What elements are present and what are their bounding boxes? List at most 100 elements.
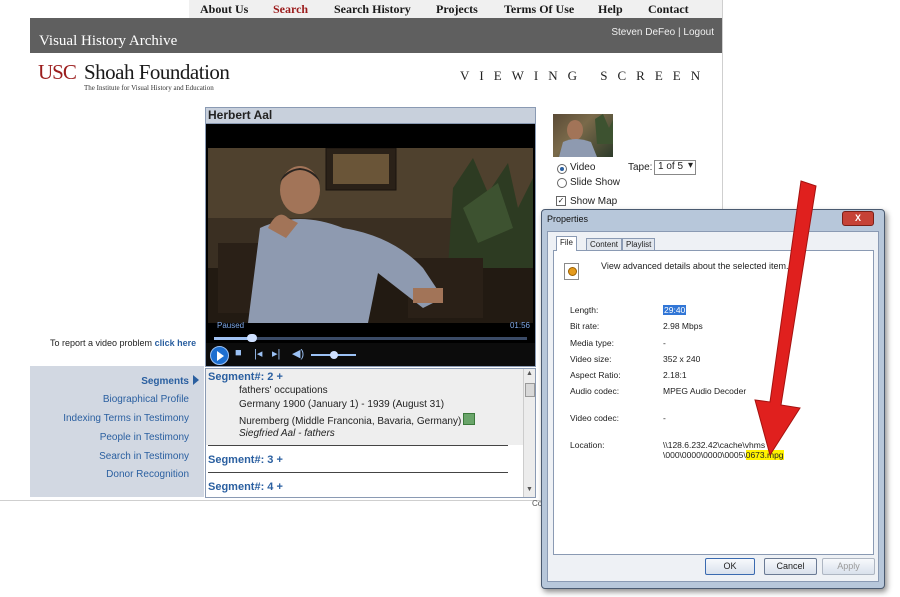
logo-subtitle: The Institute for Visual History and Edu…	[84, 84, 214, 92]
logout-link[interactable]: Logout	[683, 27, 714, 38]
interviewee-name: Herbert Aal	[208, 108, 273, 122]
site-title: Visual History Archive	[39, 33, 178, 49]
scroll-up-icon[interactable]: ▲	[526, 370, 533, 377]
video-player: Herbert Aal Paused 01:56 ■ |◂ ▸| ◀)	[205, 107, 536, 367]
slideshow-radio-label: Slide Show	[570, 177, 621, 188]
prop-location-line2: \000\0000\0000\0005\0673.mpg	[663, 450, 784, 460]
prop-location-line1: \\128.6.232.42\cache\vhms	[663, 440, 766, 450]
prop-media-type-label: Media type:	[570, 338, 614, 348]
dialog-title: Properties	[547, 214, 589, 224]
close-button[interactable]: X	[842, 211, 874, 226]
triangle-right-icon	[193, 375, 199, 385]
video-image	[208, 148, 533, 323]
map-icon[interactable]	[463, 413, 476, 425]
previous-icon[interactable]: |◂	[254, 347, 262, 360]
segments-scrollbar[interactable]: ▲ ▼	[523, 369, 535, 497]
sidebar-item-segments[interactable]: Segments	[141, 375, 199, 387]
header-bar: Visual History Archive Steven DeFeo | Lo…	[30, 18, 722, 53]
thumbnail-image	[559, 114, 613, 157]
show-map-checkbox[interactable]: ✓	[556, 196, 566, 206]
prop-aspect-ratio-label: Aspect Ratio:	[570, 370, 621, 380]
tape-select[interactable]: 1 of 5	[654, 160, 696, 175]
report-text: To report a video problem	[50, 338, 153, 348]
nav-terms-of-use[interactable]: Terms Of Use	[504, 2, 574, 17]
segment-3-header[interactable]: Segment#: 3 +	[208, 454, 283, 466]
report-click-here-link[interactable]: click here	[155, 338, 197, 348]
seek-bar[interactable]	[214, 334, 527, 342]
nav-contact[interactable]: Contact	[648, 2, 689, 17]
prop-media-type-value: -	[663, 338, 666, 348]
prop-video-size-label: Video size:	[570, 354, 612, 364]
seek-progress	[214, 337, 252, 340]
stop-icon[interactable]: ■	[235, 347, 242, 359]
volume-icon[interactable]: ◀)	[292, 347, 304, 360]
sidebar-item-search[interactable]: Search in Testimony	[99, 451, 189, 462]
prop-aspect-ratio-value: 2.18:1	[663, 370, 687, 380]
nav-projects[interactable]: Projects	[436, 2, 478, 17]
page: About Us Search Search History Projects …	[0, 0, 900, 597]
segment-divider	[208, 472, 508, 473]
scroll-thumb[interactable]	[525, 383, 535, 397]
page-heading: VIEWING SCREEN	[460, 68, 711, 83]
user-area: Steven DeFeo | Logout	[611, 27, 714, 38]
nav-about-us[interactable]: About Us	[200, 2, 248, 17]
prop-length-label: Length:	[570, 305, 599, 315]
segment-4-header[interactable]: Segment#: 4 +	[208, 481, 283, 493]
file-tab-page: View advanced details about the selected…	[553, 250, 874, 555]
prop-length-value[interactable]: 29:40	[663, 305, 687, 315]
video-frame[interactable]	[208, 148, 533, 323]
top-navigation: About Us Search Search History Projects …	[189, 0, 722, 19]
volume-thumb[interactable]	[329, 351, 338, 359]
nav-help[interactable]: Help	[598, 2, 623, 17]
video-radio[interactable]	[557, 164, 567, 174]
segment-term: Germany 1900 (January 1) - 1939 (August …	[239, 399, 445, 410]
cancel-button[interactable]: Cancel	[764, 558, 817, 575]
prop-audio-codec-label: Audio codec:	[570, 386, 620, 396]
report-problem: To report a video problem click here	[50, 338, 196, 348]
player-controls: ■ |◂ ▸| ◀)	[206, 343, 535, 366]
show-map-label: Show Map	[570, 196, 618, 207]
sidebar-item-donor-recognition[interactable]: Donor Recognition	[106, 469, 189, 480]
player-title-bar: Herbert Aal	[206, 108, 535, 124]
prop-video-codec-value: -	[663, 413, 666, 423]
playback-status: Paused	[217, 321, 245, 330]
prop-audio-codec-value: MPEG Audio Decoder	[663, 386, 747, 396]
prop-video-codec-label: Video codec:	[570, 413, 619, 423]
dialog-body: File Content Playlist View advanced deta…	[547, 231, 879, 582]
testimony-sidebar: Segments Biographical Profile Indexing T…	[30, 366, 204, 497]
segment-term-with-map: Nuremberg (Middle Franconia, Bavaria, Ge…	[239, 413, 476, 427]
nav-search[interactable]: Search	[273, 2, 308, 17]
video-thumbnail[interactable]	[553, 114, 613, 157]
tape-label: Tape:	[628, 162, 653, 173]
location-filename: 0673.mpg	[745, 450, 784, 460]
sidebar-item-people[interactable]: People in Testimony	[100, 432, 189, 443]
seek-thumb[interactable]	[246, 334, 257, 342]
ok-button[interactable]: OK	[705, 558, 755, 575]
volume-slider[interactable]	[311, 351, 356, 359]
tab-file[interactable]: File	[556, 236, 577, 251]
sidebar-item-label: Segments	[141, 376, 189, 387]
sidebar-item-biographical-profile[interactable]: Biographical Profile	[103, 394, 189, 405]
logo-shoah-foundation: Shoah Foundation	[84, 60, 230, 84]
prop-video-size-value: 352 x 240	[663, 354, 701, 364]
nav-search-history[interactable]: Search History	[334, 2, 411, 17]
segments-panel: Segment#: 2 + fathers' occupations Germa…	[205, 368, 536, 498]
sidebar-item-indexing-terms[interactable]: Indexing Terms in Testimony	[63, 413, 189, 424]
prop-bitrate-value: 2.98 Mbps	[663, 321, 703, 331]
dialog-description: View advanced details about the selected…	[601, 261, 789, 271]
prop-bitrate-label: Bit rate:	[570, 321, 600, 331]
segment-term: fathers' occupations	[239, 385, 328, 396]
segment-person: Siegfried Aal - fathers	[239, 428, 335, 439]
prop-location-label: Location:	[570, 440, 605, 450]
apply-button[interactable]: Apply	[822, 558, 875, 575]
play-button[interactable]	[210, 346, 229, 365]
media-file-icon	[564, 263, 579, 280]
next-icon[interactable]: ▸|	[272, 347, 280, 360]
slideshow-radio[interactable]	[557, 178, 567, 188]
playback-time: 01:56	[509, 321, 530, 330]
properties-dialog: Properties X File Content Playlist View …	[541, 209, 885, 589]
segment-2-header[interactable]: Segment#: 2 +	[208, 371, 283, 383]
scroll-down-icon[interactable]: ▼	[526, 486, 533, 493]
segment-divider	[208, 445, 508, 446]
location-path: \000\0000\0000\0005\	[663, 450, 746, 460]
